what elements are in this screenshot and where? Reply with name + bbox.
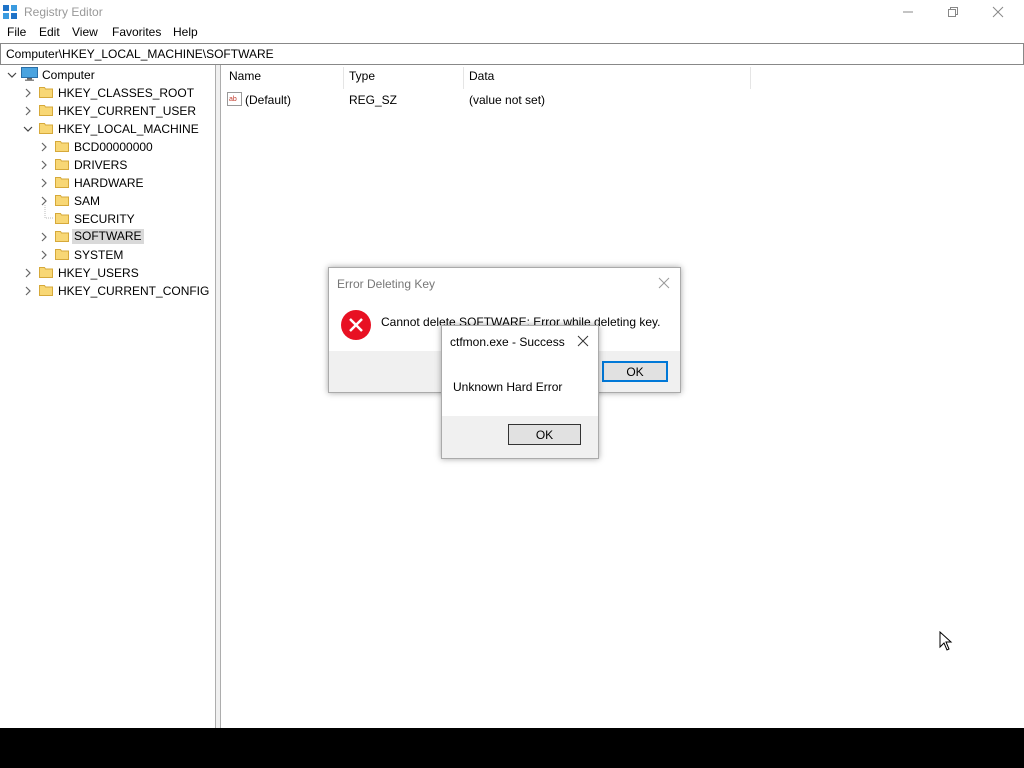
folder-icon bbox=[39, 105, 53, 116]
value-type: REG_SZ bbox=[349, 93, 398, 107]
tree-connector bbox=[44, 205, 53, 219]
string-value-icon: ab bbox=[227, 92, 242, 106]
tree-item-hkey-local-machine[interactable]: HKEY_LOCAL_MACHINE bbox=[58, 122, 199, 136]
folder-icon bbox=[55, 141, 69, 152]
tree-item-computer[interactable]: Computer bbox=[42, 68, 95, 82]
folder-icon bbox=[39, 267, 53, 278]
window-title: Registry Editor bbox=[24, 5, 103, 19]
restore-icon bbox=[948, 7, 958, 17]
tree-item-drivers[interactable]: DRIVERS bbox=[74, 158, 127, 172]
folder-icon bbox=[55, 213, 69, 224]
folder-icon bbox=[55, 249, 69, 260]
column-header-name[interactable]: Name bbox=[229, 69, 261, 89]
chevron-right-icon[interactable] bbox=[39, 142, 49, 152]
folder-icon bbox=[39, 87, 53, 98]
value-name: (Default) bbox=[245, 93, 292, 107]
value-data: (value not set) bbox=[469, 93, 546, 107]
dialog-title: Error Deleting Key bbox=[337, 277, 436, 291]
menu-help[interactable]: Help bbox=[173, 25, 198, 39]
registry-editor-icon bbox=[3, 5, 17, 19]
values-list-pane[interactable]: Name Type Data ab (Default) REG_SZ (valu… bbox=[220, 65, 1023, 728]
menu-file[interactable]: File bbox=[7, 25, 26, 39]
menu-bar: File Edit View Favorites Help bbox=[0, 24, 1024, 42]
chevron-right-icon[interactable] bbox=[23, 106, 33, 116]
restore-button[interactable] bbox=[930, 0, 976, 24]
folder-icon bbox=[39, 123, 53, 134]
column-header-data[interactable]: Data bbox=[469, 69, 494, 89]
close-icon[interactable] bbox=[576, 334, 590, 348]
column-divider[interactable] bbox=[343, 67, 344, 89]
menu-view[interactable]: View bbox=[72, 25, 98, 39]
chevron-right-icon[interactable] bbox=[39, 178, 49, 188]
tree-item-hkey-users[interactable]: HKEY_USERS bbox=[58, 266, 139, 280]
tree-item-software[interactable]: SOFTWARE bbox=[72, 229, 144, 244]
chevron-right-icon[interactable] bbox=[39, 250, 49, 260]
title-bar[interactable]: Registry Editor bbox=[0, 0, 1024, 24]
chevron-right-icon[interactable] bbox=[39, 160, 49, 170]
dialog-title: ctfmon.exe - Success bbox=[450, 335, 565, 349]
chevron-right-icon[interactable] bbox=[23, 268, 33, 278]
chevron-down-icon[interactable] bbox=[7, 70, 17, 80]
ok-button[interactable]: OK bbox=[602, 361, 668, 382]
key-tree-pane[interactable]: Computer HKEY_CLASSES_ROOT HKEY_CURRENT_… bbox=[0, 65, 216, 728]
close-window-button[interactable] bbox=[975, 0, 1021, 24]
mouse-cursor-icon bbox=[939, 631, 953, 651]
address-bar[interactable]: Computer\HKEY_LOCAL_MACHINE\SOFTWARE bbox=[0, 43, 1024, 65]
tree-item-hkey-current-user[interactable]: HKEY_CURRENT_USER bbox=[58, 104, 196, 118]
address-path: Computer\HKEY_LOCAL_MACHINE\SOFTWARE bbox=[6, 47, 274, 61]
tree-item-hkey-classes-root[interactable]: HKEY_CLASSES_ROOT bbox=[58, 86, 194, 100]
chevron-right-icon[interactable] bbox=[39, 232, 49, 242]
column-divider[interactable] bbox=[463, 67, 464, 89]
error-icon bbox=[341, 310, 371, 340]
minimize-button[interactable] bbox=[885, 0, 931, 24]
folder-icon bbox=[55, 195, 69, 206]
dialog-message: Unknown Hard Error bbox=[453, 380, 563, 394]
column-header-type[interactable]: Type bbox=[349, 69, 375, 89]
tree-item-system[interactable]: SYSTEM bbox=[74, 248, 123, 262]
tree-item-bcd00000000[interactable]: BCD00000000 bbox=[74, 140, 153, 154]
folder-icon bbox=[55, 177, 69, 188]
folder-icon bbox=[55, 231, 69, 242]
folder-icon bbox=[39, 285, 53, 296]
column-divider[interactable] bbox=[750, 67, 751, 89]
ok-button[interactable]: OK bbox=[508, 424, 581, 445]
minimize-icon bbox=[903, 11, 913, 13]
menu-favorites[interactable]: Favorites bbox=[112, 25, 161, 39]
folder-icon bbox=[55, 159, 69, 170]
computer-icon bbox=[21, 67, 38, 81]
chevron-right-icon[interactable] bbox=[23, 286, 33, 296]
chevron-right-icon[interactable] bbox=[23, 88, 33, 98]
close-icon bbox=[992, 6, 1004, 18]
svg-text:ab: ab bbox=[229, 96, 237, 103]
ctfmon-success-dialog: ctfmon.exe - Success Unknown Hard Error … bbox=[441, 325, 599, 459]
tree-item-hardware[interactable]: HARDWARE bbox=[74, 176, 144, 190]
tree-item-security[interactable]: SECURITY bbox=[74, 212, 135, 226]
tree-item-hkey-current-config[interactable]: HKEY_CURRENT_CONFIG bbox=[58, 284, 209, 298]
chevron-down-icon[interactable] bbox=[23, 124, 33, 134]
close-icon[interactable] bbox=[657, 276, 671, 290]
menu-edit[interactable]: Edit bbox=[39, 25, 60, 39]
tree-item-sam[interactable]: SAM bbox=[74, 194, 100, 208]
